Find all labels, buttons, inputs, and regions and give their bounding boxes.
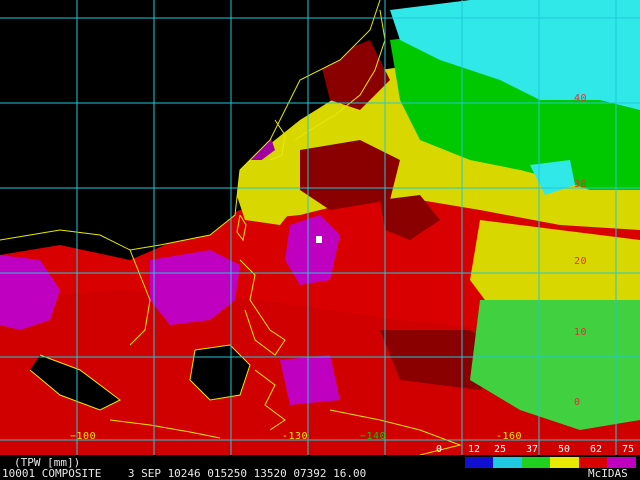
legend-tick-75: 75 bbox=[622, 444, 635, 455]
legend-swatch-0 bbox=[436, 457, 465, 468]
lat-label-30: 30 bbox=[574, 179, 588, 190]
storm-marker bbox=[316, 236, 322, 243]
lon-label-140-value: 140 bbox=[366, 431, 387, 442]
legend-swatch-6 bbox=[607, 457, 636, 468]
status-line: 10001 COMPOSITE 3 SEP 10246 015250 13520… bbox=[2, 467, 367, 480]
lat-label-0: 0 bbox=[574, 397, 581, 408]
lon-label-130: -130 bbox=[282, 431, 309, 442]
lat-label-10: 10 bbox=[574, 327, 588, 338]
legend-swatch-4 bbox=[550, 457, 579, 468]
satellite-map-viewer: 40 30 20 10 0 −100 -130 −140 -160 (TPW [… bbox=[0, 0, 640, 480]
legend-swatch-1 bbox=[464, 457, 494, 468]
legend-tick-62: 62 bbox=[590, 444, 603, 455]
lat-label-20: 20 bbox=[574, 256, 588, 267]
legend-tick-37: 37 bbox=[526, 444, 539, 455]
legend-swatch-3 bbox=[521, 457, 551, 468]
legend-tick-25: 25 bbox=[494, 444, 507, 455]
legend-tick-0: 0 bbox=[436, 444, 443, 455]
legend-tick-12: 12 bbox=[468, 444, 481, 455]
lon-label-160: -160 bbox=[496, 431, 523, 442]
legend-swatch-5 bbox=[578, 457, 608, 468]
legend-swatch-2 bbox=[493, 457, 522, 468]
lat-label-40: 40 bbox=[574, 93, 588, 104]
very-moist-region-se bbox=[280, 355, 340, 405]
lon-label-140: −140 bbox=[360, 431, 387, 442]
lon-label-100: −100 bbox=[70, 431, 97, 442]
color-legend: 0 12 25 37 50 62 75 bbox=[432, 444, 640, 480]
tpw-map[interactable] bbox=[0, 0, 640, 455]
legend-tick-50: 50 bbox=[558, 444, 571, 455]
lon-label-100-value: 100 bbox=[76, 431, 97, 442]
